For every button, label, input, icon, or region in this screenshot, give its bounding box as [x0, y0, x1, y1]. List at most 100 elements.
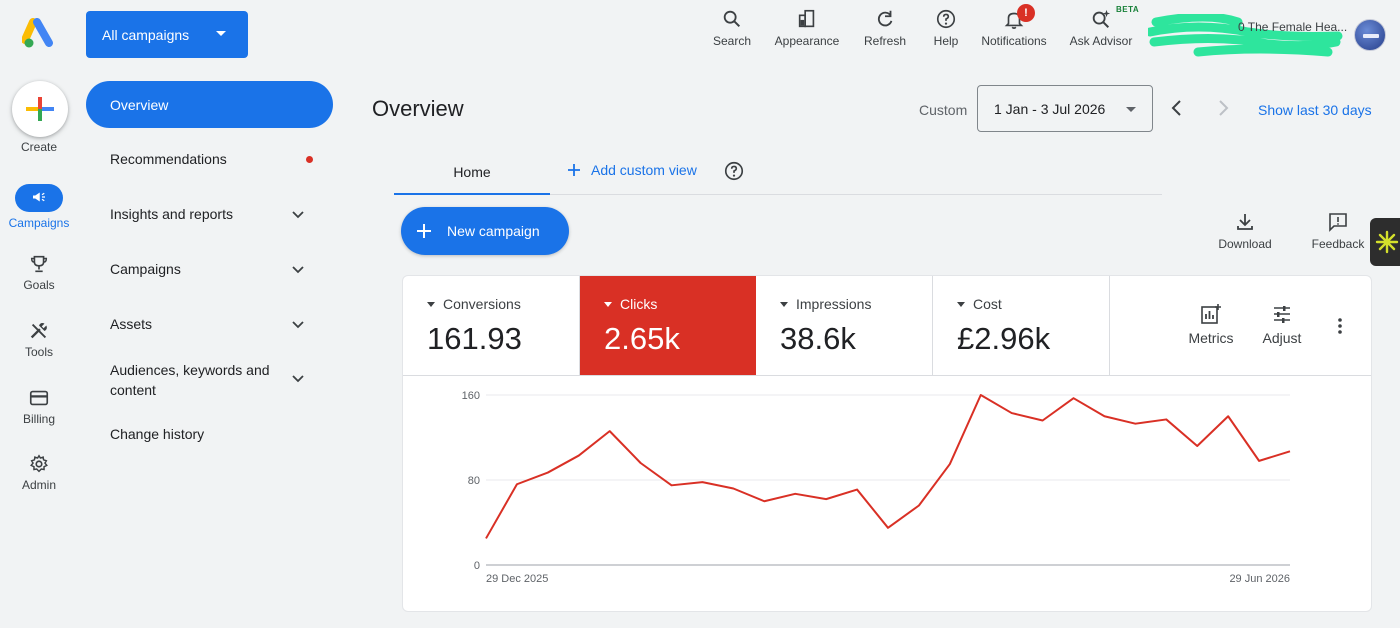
account-selector-button[interactable]: All campaigns [86, 11, 248, 58]
data-point [949, 463, 951, 465]
plus-icon [26, 97, 54, 121]
campaigns-pill [15, 184, 63, 212]
metrics-label: Metrics [1188, 330, 1234, 346]
show-last-30-days-link[interactable]: Show last 30 days [1258, 102, 1372, 118]
appearance-icon [798, 9, 815, 28]
metric-impressions[interactable]: Impressions 38.6k [756, 276, 933, 375]
ask-advisor-button[interactable]: BETA Ask Advisor [1064, 5, 1140, 58]
nav-change-history[interactable]: Change history [86, 426, 333, 442]
rail-billing[interactable]: Billing [0, 387, 78, 426]
add-custom-view-button[interactable]: Add custom view [567, 162, 697, 178]
nav-audiences-label: Audiences, keywords and content [110, 362, 270, 398]
ask-advisor-label: Ask Advisor [1069, 34, 1133, 48]
new-campaign-label: New campaign [447, 223, 540, 239]
side-widget-tab[interactable] [1370, 218, 1400, 266]
alert-dot [306, 156, 313, 163]
nav-recommendations[interactable]: Recommendations [86, 151, 333, 167]
rail-tools[interactable]: Tools [0, 320, 78, 359]
metric-clicks[interactable]: Clicks 2.65k [580, 276, 756, 375]
sparkle-icon [1375, 230, 1399, 254]
data-point [980, 394, 982, 396]
nav-assets[interactable]: Assets [86, 316, 333, 332]
more-vert-icon[interactable] [1333, 316, 1347, 336]
metric-label: Clicks [620, 296, 658, 312]
notifications-button[interactable]: ! Notifications [975, 4, 1053, 58]
metric-label: Impressions [796, 296, 872, 312]
avatar[interactable] [1354, 19, 1386, 51]
data-point [1258, 460, 1260, 462]
data-point [794, 493, 796, 495]
previous-period-icon[interactable] [1167, 98, 1187, 118]
data-point [1196, 445, 1198, 447]
create-button[interactable] [12, 81, 68, 137]
rail-goals-label: Goals [23, 278, 55, 292]
add-custom-view-label: Add custom view [591, 162, 697, 178]
metrics-button[interactable]: Metrics [1183, 303, 1239, 346]
nav-overview-label: Overview [110, 96, 169, 113]
nav-insights-label: Insights and reports [110, 206, 233, 222]
nav-insights[interactable]: Insights and reports [86, 206, 333, 222]
data-point [516, 483, 518, 485]
feedback-button[interactable]: Feedback [1308, 212, 1368, 251]
beta-tag: BETA [1116, 5, 1140, 14]
metric-label: Cost [973, 296, 1002, 312]
data-point [547, 471, 549, 473]
data-point [1165, 418, 1167, 420]
performance-card: Conversions 161.93 Clicks 2.65k Impressi… [402, 275, 1372, 612]
new-campaign-button[interactable]: New campaign [401, 207, 569, 255]
google-ads-logo[interactable] [22, 18, 56, 50]
credit-card-icon [29, 390, 49, 406]
refresh-button[interactable]: Refresh [860, 8, 910, 58]
date-range-picker[interactable]: 1 Jan - 3 Jul 2026 [977, 85, 1153, 132]
tools-icon [30, 323, 47, 339]
data-point [1227, 415, 1229, 417]
metric-conversions[interactable]: Conversions 161.93 [403, 276, 580, 375]
advisor-icon [1092, 9, 1111, 28]
dropdown-caret-icon [216, 31, 226, 36]
data-point [701, 481, 703, 483]
help-icon[interactable] [723, 160, 745, 182]
search-label: Search [712, 34, 752, 48]
feedback-icon [1329, 213, 1347, 232]
download-label: Download [1218, 237, 1272, 251]
nav-overview[interactable]: Overview [86, 81, 333, 128]
x-tick-label: 29 Jun 2026 [1229, 573, 1290, 585]
trophy-icon [30, 255, 48, 273]
metric-cost[interactable]: Cost £2.96k [933, 276, 1110, 375]
help-icon [936, 9, 956, 29]
adjust-button[interactable]: Adjust [1255, 303, 1309, 346]
account-name[interactable]: 0 The Female Hea... [1148, 14, 1347, 57]
help-label: Help [933, 34, 959, 48]
nav-recommendations-label: Recommendations [110, 151, 227, 167]
data-point [1289, 450, 1291, 452]
rail-admin[interactable]: Admin [0, 453, 78, 492]
date-range-value: 1 Jan - 3 Jul 2026 [994, 101, 1106, 117]
data-point [1010, 412, 1012, 414]
nav-campaigns[interactable]: Campaigns [86, 261, 333, 277]
next-period-icon[interactable] [1213, 98, 1233, 118]
tab-home[interactable]: Home [394, 152, 550, 195]
rail-campaigns[interactable]: Campaigns [0, 184, 78, 230]
data-point [485, 537, 487, 539]
y-tick-label: 80 [468, 475, 480, 487]
download-button[interactable]: Download [1214, 212, 1276, 251]
chevron-down-icon [292, 321, 304, 329]
metric-dropdown-icon [604, 301, 612, 307]
metrics-icon [1201, 304, 1221, 324]
rail-goals[interactable]: Goals [0, 253, 78, 292]
metric-label: Conversions [443, 296, 521, 312]
nav-audiences[interactable]: Audiences, keywords and content [86, 360, 333, 400]
help-button[interactable]: Help [928, 8, 964, 58]
search-button[interactable]: Search [708, 8, 756, 58]
data-point [1041, 419, 1043, 421]
dropdown-caret-icon [1126, 107, 1136, 112]
appearance-button[interactable]: Appearance [770, 8, 844, 58]
refresh-label: Refresh [863, 34, 907, 48]
data-point [1103, 415, 1105, 417]
tune-icon [1274, 306, 1290, 323]
plus-icon [568, 164, 580, 176]
chevron-down-icon [292, 375, 304, 383]
metric-value: 2.65k [604, 321, 680, 356]
metric-dropdown-icon [780, 301, 788, 307]
data-point [887, 527, 889, 529]
